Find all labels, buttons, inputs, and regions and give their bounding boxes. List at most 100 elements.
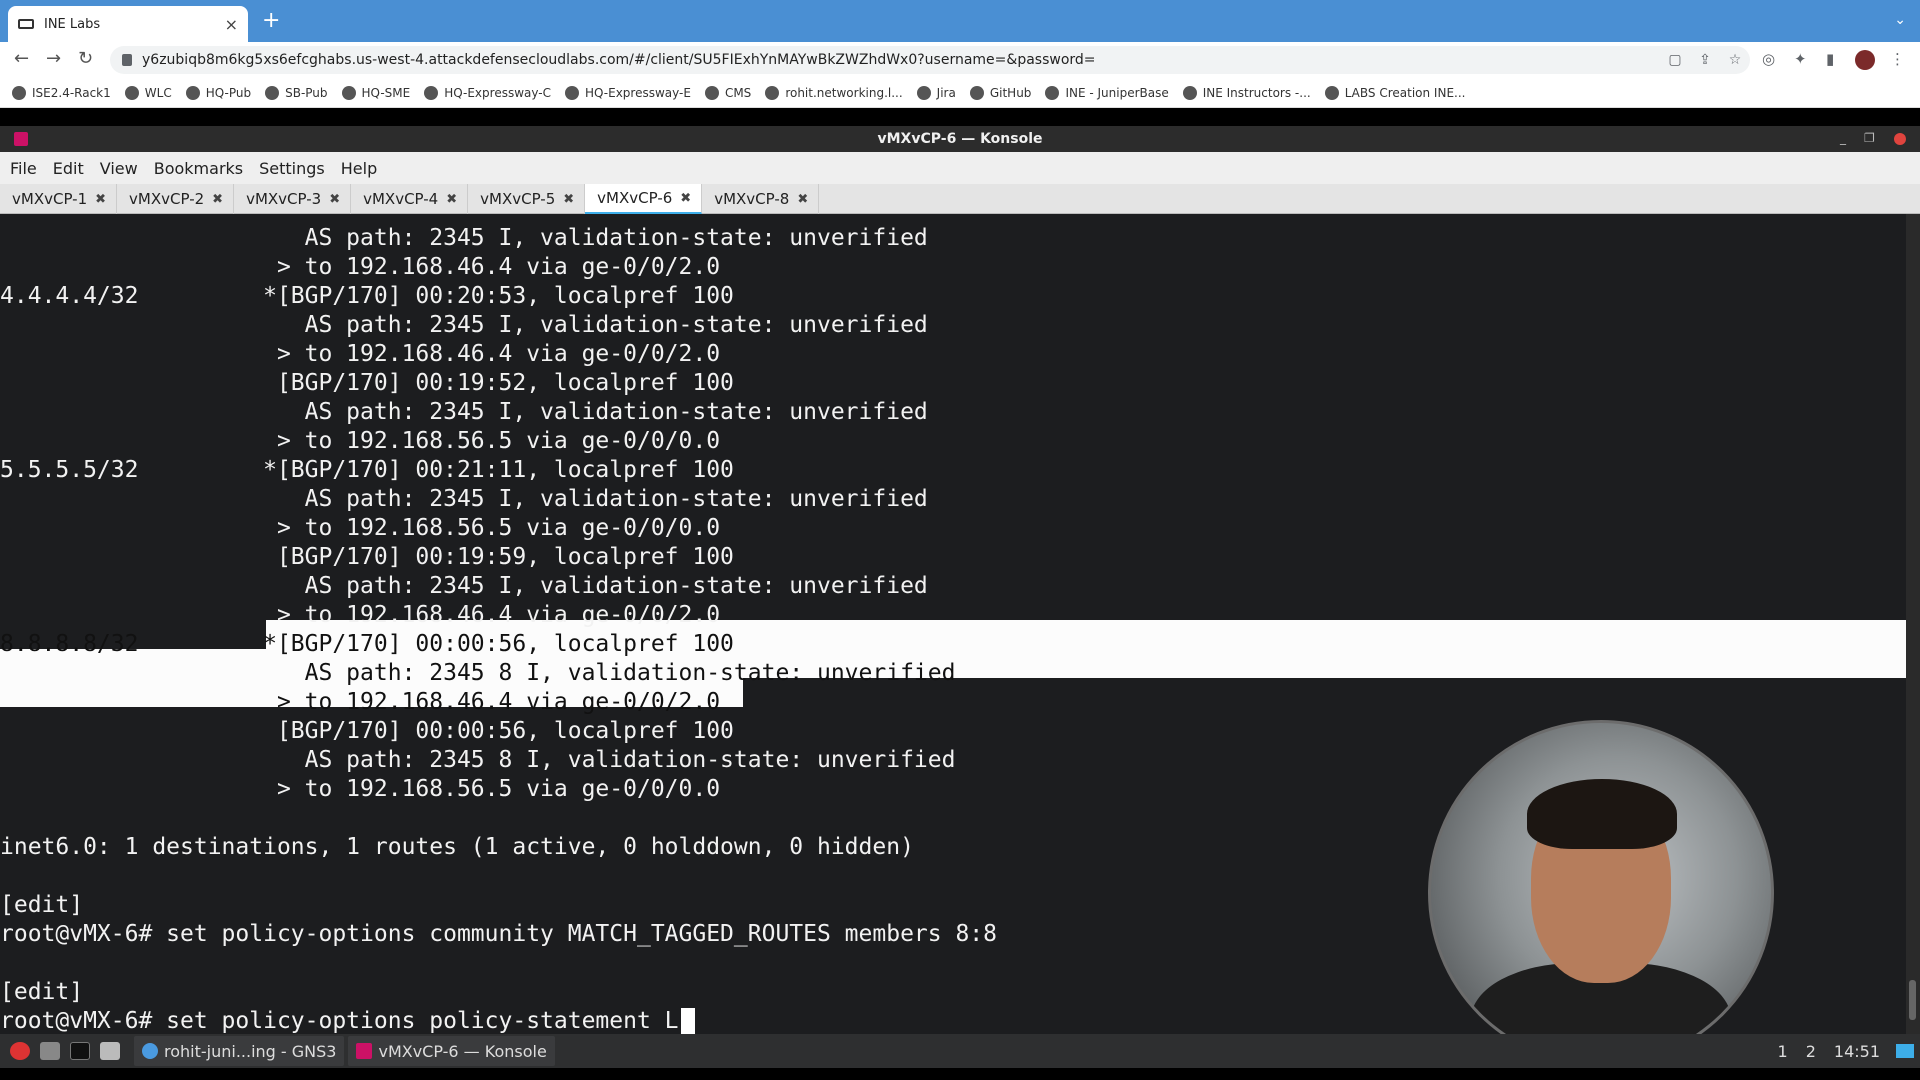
menu-bookmarks[interactable]: Bookmarks — [154, 159, 243, 178]
forward-button[interactable]: → — [46, 48, 61, 70]
browser-tab-ine-labs[interactable]: INE Labs × — [8, 6, 248, 42]
konsole-tab-vmxvcp-3[interactable]: vMXvCP-3 ✖ — [234, 184, 352, 214]
close-tab-icon[interactable]: ✖ — [680, 191, 691, 206]
konsole-tab-vmxvcp-4[interactable]: vMXvCP-4 ✖ — [351, 184, 469, 214]
gns3-icon — [142, 1043, 158, 1059]
browser-toolbar: ← → ↻ y6zubiqb8m6kg5xs6efcghabs.us-west-… — [0, 42, 1920, 78]
bookmark-item[interactable]: ISE2.4-Rack1 — [12, 85, 111, 100]
minimize-icon[interactable]: _ — [1840, 131, 1846, 145]
terminal-line: > to 192.168.56.5 via ge-0/0/0.0 — [0, 776, 721, 802]
bookmark-favicon-icon — [916, 85, 931, 100]
bookmark-label: ISE2.4-Rack1 — [32, 85, 111, 100]
terminal-line: AS path: 2345 I, validation-state: unver… — [0, 312, 928, 338]
bookmark-item[interactable]: HQ-Pub — [185, 85, 251, 100]
side-panel-icon[interactable]: ▮ — [1826, 50, 1834, 68]
clock[interactable]: 14:51 — [1834, 1042, 1880, 1061]
menu-help[interactable]: Help — [341, 159, 377, 178]
restore-icon[interactable]: ❐ — [1864, 131, 1875, 145]
screen-bottom-edge — [0, 1068, 1920, 1080]
bookmark-item[interactable]: SB-Pub — [265, 85, 328, 100]
close-tab-icon[interactable]: ✖ — [563, 192, 574, 207]
app-launcher-icon[interactable] — [10, 1042, 30, 1060]
konsole-icon — [356, 1043, 373, 1059]
address-bar[interactable]: y6zubiqb8m6kg5xs6efcghabs.us-west-4.atta… — [110, 46, 1750, 74]
share-icon[interactable]: ⇪ — [1690, 52, 1720, 68]
terminal-line: 8.8.8.8/32 *[BGP/170] 00:00:56, localpre… — [0, 631, 734, 657]
tab-search-icon[interactable]: ⌄ — [1894, 12, 1906, 28]
konsole-tab-vmxvcp-5[interactable]: vMXvCP-5 ✖ — [468, 184, 586, 214]
presenter-webcam — [1428, 720, 1774, 1066]
browser-tab-title: INE Labs — [44, 16, 101, 32]
browser-menu-icon[interactable]: ⋮ — [1890, 50, 1905, 68]
bookmark-favicon-icon — [1182, 85, 1197, 100]
menu-settings[interactable]: Settings — [259, 159, 325, 178]
terminal-line: root@vMX-6# set policy-options policy-st… — [0, 1008, 679, 1034]
back-button[interactable]: ← — [14, 48, 29, 70]
bookmark-label: HQ-Expressway-C — [444, 85, 551, 100]
menu-view[interactable]: View — [100, 159, 138, 178]
bookmark-item[interactable]: Jira — [916, 85, 956, 100]
konsole-tab-vmxvcp-6[interactable]: vMXvCP-6 ✖ — [585, 184, 703, 214]
taskbar-task-label: vMXvCP-6 — Konsole — [378, 1041, 547, 1061]
terminal-line: > to 192.168.46.4 via ge-0/0/2.0 — [0, 254, 721, 280]
konsole-app-icon[interactable] — [14, 132, 28, 146]
close-tab-icon[interactable]: ✖ — [797, 192, 808, 207]
extension-icon[interactable]: ◎ — [1762, 50, 1775, 68]
bookmark-item[interactable]: INE - JuniperBase — [1045, 85, 1169, 100]
bookmark-item[interactable]: CMS — [704, 85, 751, 100]
bookmark-star-icon[interactable]: ☆ — [1720, 52, 1750, 68]
bookmark-item[interactable]: GitHub — [969, 85, 1032, 100]
terminal-line: AS path: 2345 I, validation-state: unver… — [0, 225, 928, 251]
bookmark-favicon-icon — [704, 85, 719, 100]
terminal-line: [edit] — [0, 892, 84, 918]
close-tab-icon[interactable]: ✖ — [329, 192, 340, 207]
terminal-line: [BGP/170] 00:19:59, localpref 100 — [0, 544, 734, 570]
bookmark-item[interactable]: HQ-SME — [341, 85, 410, 100]
profile-avatar[interactable] — [1855, 50, 1875, 70]
close-tab-icon[interactable]: × — [225, 15, 238, 34]
close-tab-icon[interactable]: ✖ — [95, 192, 106, 207]
bookmark-favicon-icon — [265, 85, 280, 100]
bookmark-favicon-icon — [341, 85, 356, 100]
file-manager-icon[interactable] — [40, 1042, 60, 1060]
terminal-scrollbar[interactable] — [1906, 214, 1920, 1034]
new-tab-button[interactable]: + — [262, 10, 280, 32]
bookmark-label: rohit.networking.l... — [785, 85, 903, 100]
konsole-tab-label: vMXvCP-4 — [363, 190, 439, 208]
bookmark-label: GitHub — [989, 85, 1032, 100]
desktop-2-button[interactable]: 2 — [1806, 1042, 1816, 1061]
bookmark-item[interactable]: LABS Creation INE... — [1324, 85, 1465, 100]
url-text[interactable]: y6zubiqb8m6kg5xs6efcghabs.us-west-4.atta… — [142, 52, 1660, 68]
konsole-tab-vmxvcp-8[interactable]: vMXvCP-8 ✖ — [702, 184, 820, 214]
konsole-tab-vmxvcp-1[interactable]: vMXvCP-1 ✖ — [0, 184, 118, 214]
reload-button[interactable]: ↻ — [78, 48, 93, 70]
screenshot-icon[interactable]: ▢ — [1660, 52, 1690, 68]
terminal-line: > to 192.168.56.5 via ge-0/0/0.0 — [0, 428, 721, 454]
bookmark-favicon-icon — [12, 85, 26, 100]
terminal-line: [BGP/170] 00:19:52, localpref 100 — [0, 370, 734, 396]
bookmark-item[interactable]: INE Instructors -... — [1182, 85, 1311, 100]
konsole-tab-vmxvcp-2[interactable]: vMXvCP-2 ✖ — [117, 184, 235, 214]
bookmark-favicon-icon — [185, 85, 200, 100]
bookmark-item[interactable]: WLC — [124, 85, 172, 100]
bookmark-item[interactable]: HQ-Expressway-C — [424, 85, 551, 100]
text-editor-icon[interactable] — [100, 1042, 120, 1060]
desktop-1-button[interactable]: 1 — [1778, 1042, 1788, 1061]
close-tab-icon[interactable]: ✖ — [212, 192, 223, 207]
scrollbar-thumb[interactable] — [1909, 980, 1916, 1020]
terminal-line: > to 192.168.56.5 via ge-0/0/0.0 — [0, 515, 721, 541]
close-tab-icon[interactable]: ✖ — [446, 192, 457, 207]
close-window-button[interactable] — [1894, 133, 1906, 145]
taskbar-task-konsole[interactable]: vMXvCP-6 — Konsole — [348, 1036, 555, 1066]
terminal-launcher-icon[interactable] — [70, 1042, 90, 1060]
taskbar-task-gns3[interactable]: rohit-juni...ing - GNS3 — [134, 1036, 345, 1066]
bookmark-item[interactable]: rohit.networking.l... — [765, 85, 903, 100]
presenter-hair — [1527, 779, 1677, 849]
bookmark-item[interactable]: HQ-Expressway-E — [564, 85, 691, 100]
konsole-tab-label: vMXvCP-6 — [597, 189, 673, 207]
menu-file[interactable]: File — [10, 159, 37, 178]
puzzle-extensions-icon[interactable]: ✦ — [1794, 50, 1807, 68]
show-desktop-icon[interactable] — [1896, 1044, 1914, 1058]
lock-icon[interactable] — [122, 54, 132, 66]
menu-edit[interactable]: Edit — [53, 159, 84, 178]
